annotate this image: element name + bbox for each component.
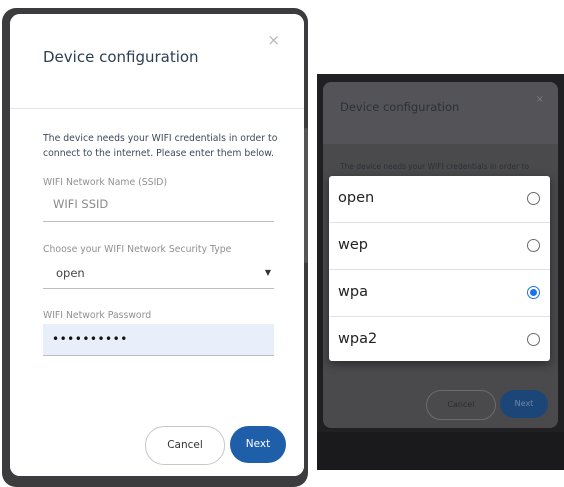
security-type-value: open: [56, 266, 85, 280]
dialog-title: Device configuration: [43, 48, 199, 66]
close-icon: ×: [535, 94, 544, 105]
option-wpa2[interactable]: wpa2: [329, 317, 550, 363]
phone-frame-left: Device configuration × The device needs …: [2, 8, 308, 487]
cancel-button: Cancel: [426, 390, 496, 420]
password-label: WIFI Network Password: [43, 310, 152, 321]
cancel-button[interactable]: Cancel: [145, 426, 225, 465]
password-input[interactable]: ••••••••••: [43, 324, 274, 356]
ssid-input[interactable]: WIFI SSID: [43, 190, 274, 222]
scrollbar[interactable]: [304, 128, 308, 263]
option-open[interactable]: open: [329, 176, 550, 223]
option-label: wpa: [338, 284, 368, 300]
option-label: open: [338, 190, 375, 206]
option-wep[interactable]: wep: [329, 223, 550, 270]
option-label: wep: [338, 237, 368, 253]
next-button[interactable]: Next: [230, 426, 286, 463]
option-wpa[interactable]: wpa: [329, 270, 550, 317]
dialog-header: Device configuration ×: [323, 82, 558, 144]
dialog-description: The device needs your WIFI credentials i…: [340, 162, 530, 171]
bottom-bar: [317, 432, 564, 470]
dialog-description: The device needs your WIFI credentials i…: [43, 133, 278, 159]
next-button: Next: [500, 390, 548, 418]
security-type-options-popup: open wep wpa wpa2: [329, 176, 550, 361]
dropdown-arrow-icon: ▼: [264, 268, 271, 277]
password-value: ••••••••••: [52, 332, 128, 346]
security-type-select[interactable]: open ▼: [43, 258, 274, 289]
radio-unchecked-icon[interactable]: [527, 192, 540, 205]
option-label: wpa2: [338, 331, 378, 347]
dialog-body: The device needs your WIFI credentials i…: [10, 109, 304, 476]
ssid-placeholder: WIFI SSID: [53, 197, 109, 211]
dialog-title: Device configuration: [340, 100, 460, 114]
radio-unchecked-icon[interactable]: [527, 239, 540, 252]
close-icon[interactable]: ×: [267, 33, 280, 48]
security-type-label: Choose your WIFI Network Security Type: [43, 244, 232, 255]
radio-unchecked-icon[interactable]: [527, 333, 540, 346]
dialog-header: Device configuration ×: [10, 14, 304, 109]
radio-checked-icon[interactable]: [527, 286, 540, 299]
ssid-label: WIFI Network Name (SSID): [43, 177, 168, 188]
device-config-dialog: Device configuration × The device needs …: [10, 14, 304, 476]
